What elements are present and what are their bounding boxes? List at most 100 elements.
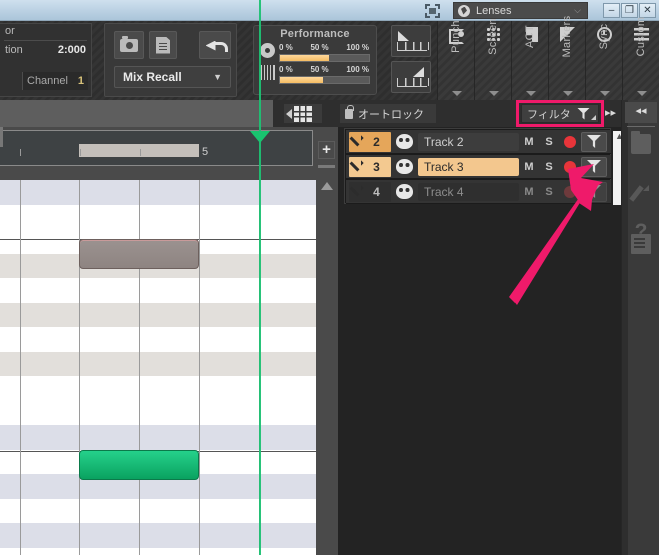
mute-button[interactable]: M	[519, 186, 539, 198]
clip-green[interactable]	[79, 450, 199, 480]
solo-button[interactable]: S	[539, 136, 559, 148]
chevron-down-icon[interactable]	[600, 91, 610, 96]
auto-lock-button[interactable]: オートロック	[340, 104, 436, 123]
track-name-field[interactable]: Track 3	[418, 157, 519, 176]
tab-label: Screen	[487, 18, 499, 55]
channel-readout[interactable]: Channel 1	[22, 72, 88, 90]
cpu-chip-icon	[260, 65, 275, 80]
tab-label: Punch	[450, 20, 462, 53]
camera-icon	[120, 35, 138, 52]
tab-custom[interactable]: Custom	[622, 17, 659, 100]
track-number-cell[interactable]: 2	[349, 131, 391, 152]
record-arm-button[interactable]	[564, 135, 576, 148]
rail-collapse-button[interactable]: ◂◂	[625, 102, 657, 123]
tab-screen[interactable]: Screen	[474, 18, 511, 100]
arrange-row[interactable]	[0, 278, 316, 303]
left-scroll-sliver[interactable]	[0, 127, 3, 147]
mute-button[interactable]: M	[519, 161, 539, 173]
arrange-row[interactable]	[0, 498, 316, 523]
filter-dropdown[interactable]: フィルタ	[521, 104, 599, 123]
loop-region[interactable]	[79, 144, 199, 157]
ruler-tick	[140, 149, 141, 156]
mix-recall-group: Mix Recall ▼	[104, 23, 237, 97]
clip-grey[interactable]	[79, 239, 199, 269]
track-name-field[interactable]: Track 2	[418, 132, 519, 151]
divider	[4, 40, 87, 41]
daw-window: Lenses ⌵ – ❐ ✕ or tion 2:000 Channel 1 M…	[0, 0, 659, 555]
arrange-row[interactable]	[0, 547, 316, 555]
arrange-row[interactable]	[0, 302, 316, 327]
vertical-tab-strip: Punch Screen ACT Markers Sync Custom	[437, 16, 659, 100]
track-row[interactable]: 2 Track 2MS	[346, 130, 611, 154]
track-filter-button[interactable]	[581, 131, 607, 152]
funnel-icon	[587, 135, 601, 148]
chevron-down-icon[interactable]	[489, 91, 499, 96]
track-row[interactable]: 3 Track 3MS	[346, 155, 611, 179]
splitter-handle[interactable]	[318, 165, 335, 168]
record-arm-button[interactable]	[564, 160, 576, 173]
folder-icon[interactable]	[631, 131, 651, 154]
arrange-row[interactable]	[0, 523, 316, 548]
scroll-up-arrow-icon[interactable]	[321, 182, 333, 190]
chevron-down-icon[interactable]	[563, 91, 573, 96]
chevron-down-icon[interactable]	[452, 91, 462, 96]
cpu-bar-fill	[280, 77, 323, 83]
main-toolbar: or tion 2:000 Channel 1 Mix Recall ▼ Per…	[0, 16, 659, 100]
arrange-row[interactable]	[0, 180, 316, 205]
track-row[interactable]: 4 Track 4MS	[346, 180, 611, 204]
arrange-bar-line	[199, 180, 200, 555]
timeline-ruler[interactable]: 5	[0, 130, 313, 166]
mute-button[interactable]: M	[519, 136, 539, 148]
tab-sync[interactable]: Sync	[585, 21, 622, 100]
tab-punch[interactable]: Punch	[437, 20, 474, 100]
fade-out-button[interactable]	[391, 61, 431, 93]
track-filter-button[interactable]	[581, 181, 607, 202]
tab-label: Sync	[598, 23, 610, 50]
arrange-row[interactable]	[0, 400, 316, 425]
ruler-tick	[80, 149, 81, 156]
scale-100: 100 %	[346, 65, 369, 74]
solo-button[interactable]: S	[539, 186, 559, 198]
snap-grid-button[interactable]	[284, 104, 322, 123]
scale-50: 50 %	[310, 43, 329, 52]
arrange-row[interactable]	[0, 204, 316, 229]
lock-icon	[345, 104, 354, 119]
chevron-down-icon[interactable]	[637, 91, 647, 96]
steps-icon	[397, 78, 429, 87]
record-arm-button[interactable]	[564, 185, 576, 198]
document-button[interactable]	[149, 31, 177, 59]
fade-in-button[interactable]	[391, 25, 431, 57]
performance-title: Performance	[280, 28, 350, 40]
document-icon	[156, 36, 170, 54]
chevron-down-icon[interactable]	[526, 91, 536, 96]
transport-row-1: or	[0, 24, 91, 38]
envelope-button-group	[391, 25, 433, 95]
solo-button[interactable]: S	[539, 161, 559, 173]
track-filter-button[interactable]	[581, 156, 607, 177]
arrange-row[interactable]	[0, 376, 316, 401]
track-type-icon	[396, 159, 413, 174]
tab-markers[interactable]: Markers	[548, 16, 585, 100]
track-number-cell[interactable]: 4	[349, 181, 391, 202]
rail-gutter	[622, 100, 628, 555]
mix-recall-dropdown[interactable]: Mix Recall ▼	[114, 66, 231, 88]
track-type-icon	[396, 134, 413, 149]
pencil-icon	[352, 135, 366, 149]
arrange-row[interactable]	[0, 351, 316, 376]
undo-button[interactable]	[199, 31, 231, 59]
help-question-icon[interactable]: ?	[631, 221, 651, 242]
snapshot-button[interactable]	[114, 31, 144, 59]
scroll-right-button[interactable]: ▸▸	[605, 106, 616, 119]
add-track-button[interactable]: +	[318, 141, 335, 159]
tab-act[interactable]: ACT	[511, 21, 548, 100]
cpu-bar	[279, 76, 370, 84]
track-name-field[interactable]: Track 4	[418, 182, 519, 201]
funnel-icon	[587, 160, 601, 173]
arrange-grid[interactable]	[0, 180, 316, 555]
arrange-row[interactable]	[0, 327, 316, 352]
arrange-row[interactable]	[0, 425, 316, 450]
pen-icon[interactable]	[631, 184, 651, 204]
track-number-cell[interactable]: 3	[349, 156, 391, 177]
transport-value-2: 2:000	[57, 44, 86, 56]
tab-label: Markers	[561, 15, 573, 58]
